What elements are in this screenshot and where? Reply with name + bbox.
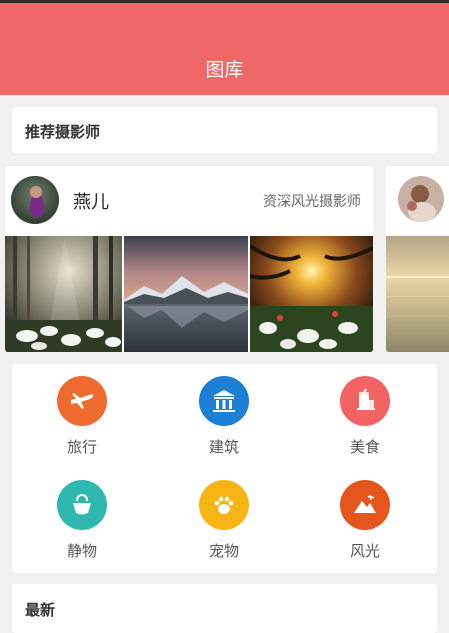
category-label: 建筑 <box>208 438 239 456</box>
photo-thumbnail[interactable] <box>5 236 122 352</box>
recommend-label: 推荐摄影师 <box>25 123 101 141</box>
still-life-icon[interactable] <box>57 480 107 530</box>
category-label: 旅行 <box>66 438 97 456</box>
category-label: 风光 <box>349 542 380 560</box>
category-architecture[interactable]: 建筑 <box>174 376 274 457</box>
food-icon[interactable] <box>340 376 390 426</box>
photographer-name[interactable]: 燕儿 <box>73 188 109 214</box>
category-grid: 旅行 建筑 美食 静物 宠物 风光 <box>12 364 437 573</box>
category-still-life[interactable]: 静物 <box>32 480 132 561</box>
photographer-avatar[interactable] <box>11 176 59 224</box>
photo-thumbnail[interactable] <box>386 236 449 352</box>
latest-label: 最新 <box>25 601 56 619</box>
photo-thumbnail[interactable] <box>248 236 373 352</box>
building-icon[interactable] <box>199 376 249 426</box>
photographer-card[interactable]: 燕儿 资深风光摄影师 <box>5 166 373 352</box>
latest-section-header: 最新 <box>12 584 437 633</box>
category-food[interactable]: 美食 <box>315 376 415 457</box>
page-title: 图库 <box>205 59 244 81</box>
category-label: 静物 <box>66 542 97 560</box>
category-travel[interactable]: 旅行 <box>32 376 132 457</box>
photographer-card[interactable] <box>386 166 449 352</box>
recommend-section-header: 推荐摄影师 <box>12 107 437 153</box>
paw-icon[interactable] <box>199 480 249 530</box>
photographer-avatar[interactable] <box>398 176 444 222</box>
category-label: 美食 <box>349 438 380 456</box>
photographer-title: 资深风光摄影师 <box>263 194 361 210</box>
app-header: 图库 <box>0 3 449 95</box>
airplane-icon[interactable] <box>57 376 107 426</box>
category-pets[interactable]: 宠物 <box>174 480 274 561</box>
category-landscape[interactable]: 风光 <box>315 480 415 561</box>
category-label: 宠物 <box>208 542 239 560</box>
photo-thumbnail[interactable] <box>124 236 248 352</box>
landscape-icon[interactable] <box>340 480 390 530</box>
